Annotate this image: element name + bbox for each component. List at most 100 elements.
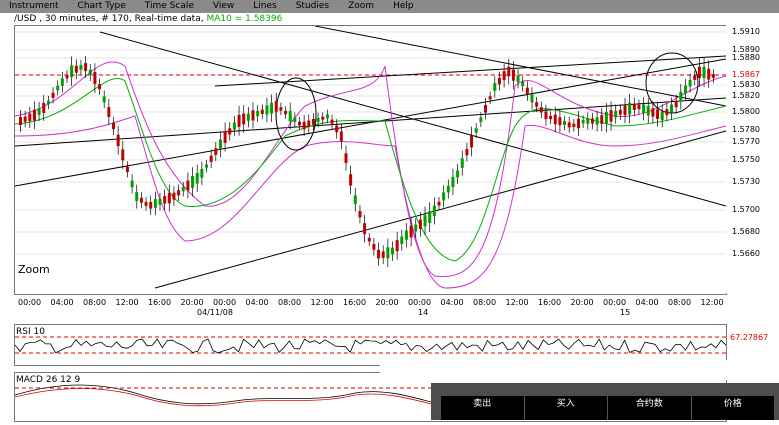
candle [186,180,190,191]
time-tick-7: 04:00 [246,298,269,307]
time-tick-6: 00:00 [213,298,236,307]
trade-column-0[interactable]: 卖出 [441,396,525,420]
candle [693,75,697,80]
candle [363,223,367,235]
candle [446,185,450,193]
candle [377,249,381,259]
candle [549,115,553,120]
candle [428,211,432,224]
candle [167,192,171,204]
menu-item-studies[interactable]: Studies [287,0,339,13]
rsi-value: 67.27867 [730,333,768,342]
candle [702,66,706,79]
trade-column-2[interactable]: 合约数 [608,396,692,420]
menu-item-time-scale[interactable]: Time Scale [136,0,204,13]
candle [609,110,613,122]
menu-item-instrument[interactable]: Instrument [0,0,69,13]
candle [153,199,157,208]
trade-column-3[interactable]: 价格 [692,396,775,420]
candle [572,123,576,128]
zoom-label[interactable]: Zoom [18,263,50,276]
candle [139,197,143,203]
candle [321,116,325,120]
time-axis: 00:00 04:00 08:00 12:00 16:00 20:00 00:00 04:00… [18,298,724,317]
time-tick-0: 00:00 [18,298,41,307]
rsi-label: RSI 10 [16,327,45,337]
candle [600,115,604,124]
menu-item-zoom[interactable]: Zoom [339,0,384,13]
candle [330,119,334,124]
price-chart[interactable] [14,25,727,295]
menu-item-help[interactable]: Help [384,0,424,13]
trade-table-header: 卖出 买入 合约数 价格 [441,396,775,420]
candle [590,118,594,124]
candle [84,63,88,72]
rsi-canvas [14,336,727,354]
candle [637,104,641,110]
candle [270,102,274,114]
candle [386,247,390,259]
candle [353,195,357,205]
candle [670,104,673,113]
price-tick-4: 1.5830 [732,80,760,89]
candle [372,244,376,250]
candle [544,111,548,120]
time-tick-18: 00:00 [603,298,626,307]
candle [158,198,162,205]
candle [493,83,497,91]
trade-column-1[interactable]: 买入 [525,396,608,420]
time-tick-10: 16:00 [343,298,366,307]
time-tick-11: 20:00 [376,298,399,307]
date-label-1: 14 [418,308,428,317]
candle [325,114,329,119]
candle [465,149,469,156]
candle [479,117,483,122]
price-tick-12: 1.5680 [732,227,760,236]
candle [218,139,222,150]
ma-line [14,78,727,262]
price-chart-canvas[interactable] [14,25,727,294]
candle [437,201,441,206]
candle [302,121,306,130]
candle [586,118,590,124]
candle [339,131,343,142]
price-tick-0: 1.5910 [732,27,760,36]
candle [697,66,701,78]
time-tick-20: 08:00 [668,298,691,307]
candle [381,251,385,258]
candle [432,205,436,217]
candle [414,224,418,232]
candle [37,108,41,115]
candle [367,237,371,242]
candle [511,69,515,81]
time-tick-19: 04:00 [636,298,659,307]
candle [60,78,64,86]
candle [553,114,557,125]
time-tick-14: 08:00 [473,298,496,307]
price-scale: 1.5910 1.5890 1.5880 1.5867 1.5830 1.5820 1.58… [726,25,779,293]
bollinger-upper [14,61,727,278]
candle [614,110,618,118]
candle [125,166,129,172]
candle [298,121,301,126]
candle [665,109,669,116]
price-tick-3: 1.5867 [732,70,760,79]
candle [460,158,464,168]
candle [237,114,241,127]
candle [409,225,413,238]
candle [474,128,478,133]
menu-item-chart-type[interactable]: Chart Type [69,0,136,13]
menu-item-view[interactable]: View [204,0,244,13]
candle [595,117,599,125]
menu-item-lines[interactable]: Lines [244,0,286,13]
candle [442,192,446,201]
candle [311,119,315,125]
candle [32,109,36,121]
candle [93,72,97,84]
candle [205,164,208,168]
candle [521,81,525,87]
candle [70,65,74,78]
candle [135,192,139,202]
candle [516,75,520,83]
candle [163,196,167,204]
